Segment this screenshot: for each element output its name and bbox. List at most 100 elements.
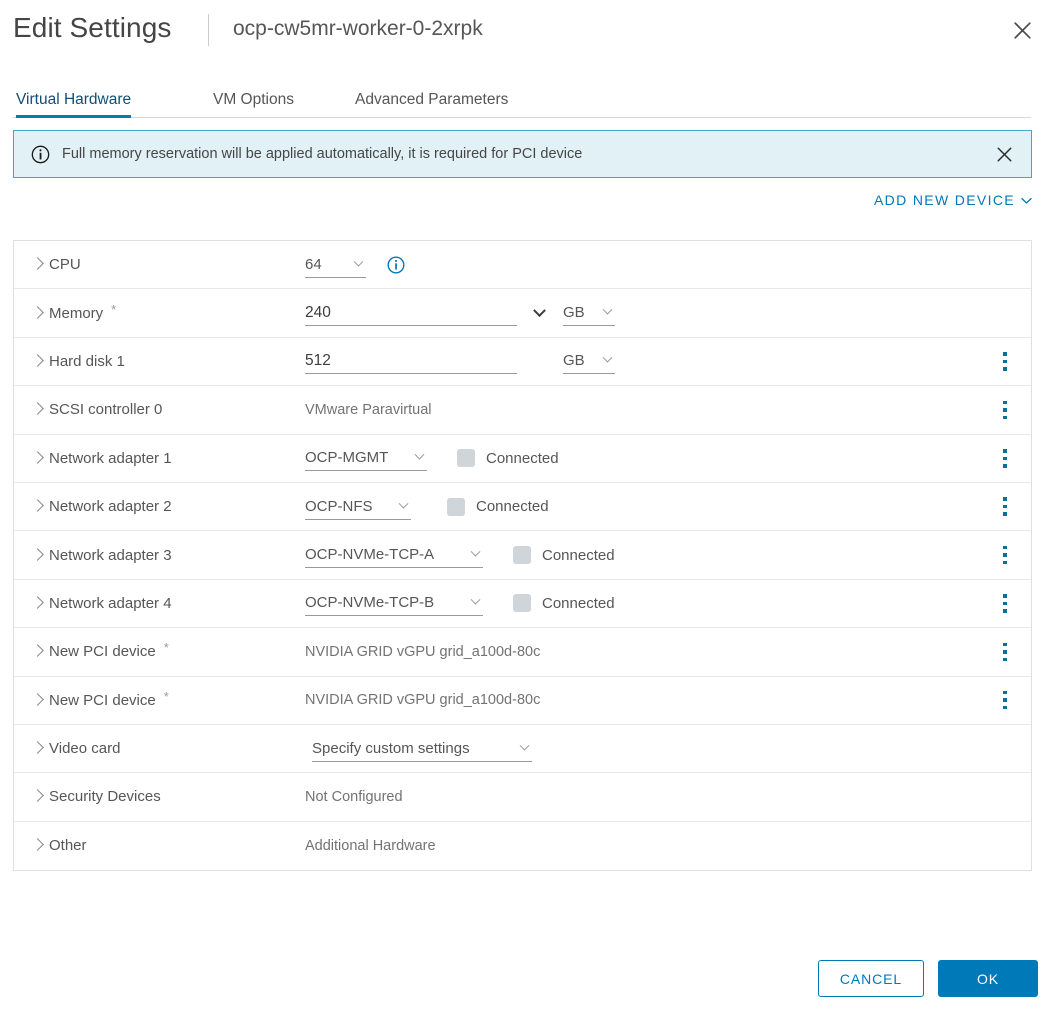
tab-advanced-parameters[interactable]: Advanced Parameters xyxy=(355,91,508,118)
tab-virtual-hardware[interactable]: Virtual Hardware xyxy=(16,91,132,118)
device-value: 512 GB xyxy=(305,338,1021,385)
device-row-toggle-memory[interactable]: Memory * xyxy=(31,301,117,322)
add-new-device-label: ADD NEW DEVICE xyxy=(873,192,1015,208)
device-label: Network adapter 4 xyxy=(49,594,172,612)
ok-button[interactable]: OK xyxy=(938,960,1038,997)
checkbox-label: Connected xyxy=(542,594,615,612)
chevron-right-icon xyxy=(31,644,44,658)
banner-close-icon[interactable] xyxy=(989,139,1019,169)
network-3-connected-checkbox[interactable]: Connected xyxy=(513,546,615,565)
chevron-right-icon xyxy=(31,499,44,513)
chevron-down-icon xyxy=(470,595,481,606)
table-row: New PCI device * NVIDIA GRID vGPU grid_a… xyxy=(14,628,1031,677)
memory-size-input[interactable]: 240 xyxy=(305,300,517,327)
device-row-toggle-network-adapter-2[interactable]: Network adapter 2 xyxy=(31,498,172,515)
device-label: Memory xyxy=(49,304,104,322)
table-row: New PCI device * NVIDIA GRID vGPU grid_a… xyxy=(14,677,1031,725)
cpu-count-value: 64 xyxy=(305,255,322,273)
device-row-toggle-other[interactable]: Other xyxy=(31,837,87,855)
network-4-connected-checkbox[interactable]: Connected xyxy=(513,594,615,613)
row-actions-kebab-icon[interactable] xyxy=(994,495,1016,519)
device-label: Video card xyxy=(49,740,121,758)
chevron-right-icon xyxy=(31,596,44,609)
device-row-toggle-network-adapter-4[interactable]: Network adapter 4 xyxy=(31,594,172,612)
chevron-right-icon xyxy=(31,450,44,464)
network-1-connected-checkbox[interactable]: Connected xyxy=(457,449,559,468)
network-2-portgroup-select[interactable]: OCP-NFS xyxy=(305,494,411,520)
required-marker: * xyxy=(111,301,117,317)
hard-disk-unit-select[interactable]: GB xyxy=(563,348,615,375)
required-marker: * xyxy=(163,640,169,656)
chevron-down-icon xyxy=(602,304,613,315)
device-value: OCP-NFS Connected xyxy=(305,483,1021,530)
checkbox-box xyxy=(513,594,531,613)
device-row-toggle-cpu[interactable]: CPU xyxy=(31,256,81,273)
tab-vm-options[interactable]: VM Options xyxy=(213,91,294,118)
memory-unit-value: GB xyxy=(563,304,585,322)
chevron-down-icon xyxy=(398,498,409,509)
table-row: CPU 64 xyxy=(14,241,1031,290)
device-row-toggle-hard-disk-1[interactable]: Hard disk 1 xyxy=(31,353,125,370)
memory-unit-select[interactable]: GB xyxy=(563,300,615,327)
row-actions-kebab-icon[interactable] xyxy=(994,591,1016,615)
device-label: SCSI controller 0 xyxy=(49,401,163,419)
video-card-settings-select[interactable]: Specify custom settings xyxy=(312,736,532,762)
device-label: Other xyxy=(49,837,87,855)
chevron-down-icon xyxy=(602,353,613,364)
device-row-toggle-video-card[interactable]: Video card xyxy=(31,740,121,758)
chevron-right-icon xyxy=(31,354,44,367)
device-row-toggle-security-devices[interactable]: Security Devices xyxy=(31,788,161,805)
device-value: NVIDIA GRID vGPU grid_a100d-80c xyxy=(305,677,1021,724)
page-title: Edit Settings xyxy=(13,12,172,43)
row-actions-kebab-icon[interactable] xyxy=(994,398,1016,422)
row-actions-kebab-icon[interactable] xyxy=(994,349,1016,373)
hard-disk-size-input[interactable]: 512 xyxy=(305,348,517,375)
memory-stepper-chevron-down-icon[interactable] xyxy=(531,303,547,321)
hard-disk-unit-value: GB xyxy=(563,352,585,370)
network-2-portgroup-value: OCP-NFS xyxy=(305,497,373,515)
chevron-right-icon xyxy=(31,257,44,271)
table-row: Network adapter 2 OCP-NFS Connected xyxy=(14,483,1031,532)
edit-settings-dialog: Edit Settings ocp-cw5mr-worker-0-2xrpk V… xyxy=(0,0,1051,1014)
table-row: Memory * 240 GB xyxy=(14,289,1031,338)
info-banner-message: Full memory reservation will be applied … xyxy=(62,146,583,162)
device-row-toggle-scsi-controller-0[interactable]: SCSI controller 0 xyxy=(31,401,163,419)
chevron-right-icon xyxy=(31,789,44,803)
add-new-device-button[interactable]: ADD NEW DEVICE xyxy=(874,192,1032,208)
scsi-controller-type: VMware Paravirtual xyxy=(305,401,432,418)
network-1-portgroup-select[interactable]: OCP-MGMT xyxy=(305,445,427,472)
device-row-toggle-network-adapter-3[interactable]: Network adapter 3 xyxy=(31,547,172,564)
cpu-count-select[interactable]: 64 xyxy=(305,252,366,278)
device-row-toggle-new-pci-device-2[interactable]: New PCI device * xyxy=(31,689,169,709)
chevron-down-icon xyxy=(414,449,425,460)
row-actions-kebab-icon[interactable] xyxy=(994,446,1016,470)
dialog-footer: CANCEL OK xyxy=(818,960,1038,997)
close-icon[interactable] xyxy=(1005,13,1039,47)
hard-disk-size-value: 512 xyxy=(305,351,331,369)
table-row: Network adapter 3 OCP-NVMe-TCP-A Connect… xyxy=(14,531,1031,580)
row-actions-kebab-icon[interactable] xyxy=(994,640,1016,664)
info-icon[interactable] xyxy=(387,256,405,274)
network-4-portgroup-select[interactable]: OCP-NVMe-TCP-B xyxy=(305,590,483,617)
row-actions-kebab-icon[interactable] xyxy=(994,688,1016,712)
chevron-right-icon xyxy=(31,547,44,561)
table-row: Security Devices Not Configured xyxy=(14,773,1031,822)
table-row: Hard disk 1 512 GB xyxy=(14,338,1031,387)
network-2-connected-checkbox[interactable]: Connected xyxy=(447,497,549,516)
chevron-right-icon xyxy=(31,402,44,416)
table-row: Other Additional Hardware xyxy=(14,822,1031,870)
other-value: Additional Hardware xyxy=(305,837,436,854)
security-devices-value: Not Configured xyxy=(305,788,403,805)
table-row: Video card Specify custom settings xyxy=(14,725,1031,774)
device-row-toggle-new-pci-device-1[interactable]: New PCI device * xyxy=(31,640,169,660)
pci-device-2-value: NVIDIA GRID vGPU grid_a100d-80c xyxy=(305,692,541,709)
network-3-portgroup-value: OCP-NVMe-TCP-A xyxy=(305,546,435,564)
network-1-portgroup-value: OCP-MGMT xyxy=(305,449,389,467)
checkbox-box xyxy=(457,449,475,468)
checkbox-box xyxy=(447,497,465,516)
device-row-toggle-network-adapter-1[interactable]: Network adapter 1 xyxy=(31,450,172,467)
cancel-button[interactable]: CANCEL xyxy=(818,960,924,997)
network-3-portgroup-select[interactable]: OCP-NVMe-TCP-A xyxy=(305,542,483,569)
tab-bar: Virtual Hardware VM Options Advanced Par… xyxy=(13,86,1031,118)
row-actions-kebab-icon[interactable] xyxy=(994,543,1016,567)
